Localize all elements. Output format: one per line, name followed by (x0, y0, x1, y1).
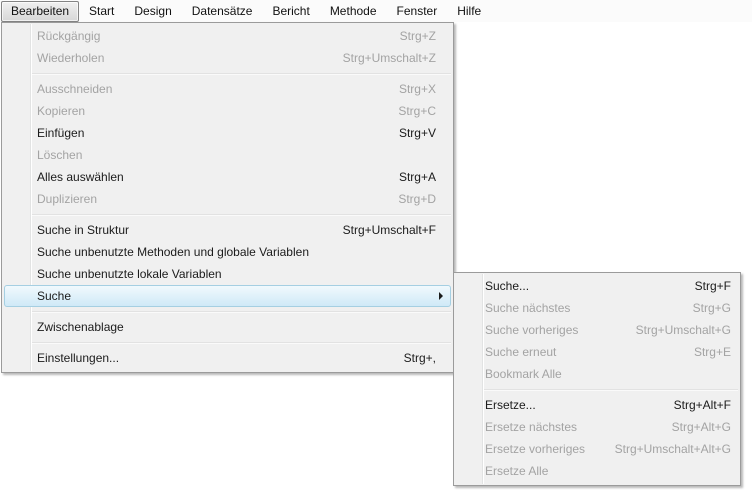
menu-item-label: Suche erneut (454, 341, 556, 363)
menu-item-zwischenablage[interactable]: Zwischenablage (2, 316, 453, 338)
menu-item-suche-in-struktur[interactable]: Suche in Struktur Strg+Umschalt+F (2, 219, 453, 241)
menu-item-label: Bookmark Alle (454, 363, 562, 385)
menubar-item-fenster[interactable]: Fenster (387, 1, 448, 22)
menu-item-ersetze-alle[interactable]: Ersetze Alle (454, 460, 740, 482)
menu-item-einstellungen[interactable]: Einstellungen... Strg+, (2, 347, 453, 369)
menu-item-label: Duplizieren (2, 188, 97, 210)
menu-item-shortcut: Strg+Z (400, 25, 453, 47)
menu-item-label: Ausschneiden (2, 78, 112, 100)
menu-item-shortcut: Strg+Umschalt+Alt+G (615, 438, 740, 460)
menu-item-shortcut: Strg+A (399, 166, 453, 188)
menubar-item-hilfe[interactable]: Hilfe (447, 1, 491, 22)
menu-item-shortcut: Strg+G (693, 297, 740, 319)
menubar-item-start[interactable]: Start (79, 1, 124, 22)
menu-item-label: Zwischenablage (2, 316, 124, 338)
menu-item-label: Suche... (454, 275, 529, 297)
menu-item-suche-unbenutzte-methoden-und-globale-variablen[interactable]: Suche unbenutzte Methoden und globale Va… (2, 241, 453, 263)
menu-item-label: Suche nächstes (454, 297, 570, 319)
menu-item-label: Suche (5, 285, 71, 307)
menu-item-suche[interactable]: Suche... Strg+F (454, 275, 740, 297)
menu-item-label: Ersetze vorheriges (454, 438, 585, 460)
menu-item-wiederholen[interactable]: Wiederholen Strg+Umschalt+Z (2, 47, 453, 69)
menu-item-label: Wiederholen (2, 47, 104, 69)
menu-item-ausschneiden[interactable]: Ausschneiden Strg+X (2, 78, 453, 100)
menu-item-label: Suche unbenutzte Methoden und globale Va… (2, 241, 309, 263)
search-submenu-popup: Suche...Strg+FSuche nächstesStrg+GSuche … (453, 272, 741, 486)
menu-item-ersetze-vorheriges[interactable]: Ersetze vorheriges Strg+Umschalt+Alt+G (454, 438, 740, 460)
menu-item-shortcut: Strg+C (398, 100, 453, 122)
menu-item-duplizieren[interactable]: Duplizieren Strg+D (2, 188, 453, 210)
menu-item-suche[interactable]: Suche (4, 285, 451, 307)
menu-item-ersetze-naechstes[interactable]: Ersetze nächstes Strg+Alt+G (454, 416, 740, 438)
menubar-item-methode[interactable]: Methode (320, 1, 387, 22)
menu-item-shortcut: Strg+V (399, 122, 453, 144)
menu-item-shortcut: Strg+D (398, 188, 453, 210)
menu-item-shortcut: Strg+E (694, 341, 740, 363)
menu-item-loeschen[interactable]: Löschen (2, 144, 453, 166)
menu-item-suche-unbenutzte-lokale-variablen[interactable]: Suche unbenutzte lokale Variablen (2, 263, 453, 285)
menu-item-ersetze[interactable]: Ersetze... Strg+Alt+F (454, 394, 740, 416)
menu-item-label: Rückgängig (2, 25, 100, 47)
menu-separator (484, 389, 738, 390)
menu-item-shortcut: Strg+Umschalt+G (636, 319, 740, 341)
edit-menu-popup: Rückgängig Strg+Z Wiederholen Strg+Umschalt… (1, 22, 454, 373)
menubar: BearbeitenStartDesignDatensätzeBerichtMe… (0, 0, 752, 22)
menu-item-label: Suche vorheriges (454, 319, 578, 341)
menu-item-label: Ersetze nächstes (454, 416, 577, 438)
menu-item-shortcut: Strg+X (399, 78, 453, 100)
menu-item-suche-naechstes[interactable]: Suche nächstes Strg+G (454, 297, 740, 319)
menubar-item-datensaetze[interactable]: Datensätze (182, 1, 263, 22)
menu-item-shortcut: Strg+Umschalt+Z (343, 47, 453, 69)
menu-item-label: Einfügen (2, 122, 84, 144)
menu-separator (32, 73, 451, 74)
menu-separator (32, 311, 451, 312)
menu-item-label: Alles auswählen (2, 166, 124, 188)
menu-item-label: Einstellungen... (2, 347, 119, 369)
menu-item-alles-auswaehlen[interactable]: Alles auswählen Strg+A (2, 166, 453, 188)
menu-item-kopieren[interactable]: Kopieren Strg+C (2, 100, 453, 122)
menu-item-shortcut: Strg+Umschalt+F (343, 219, 453, 241)
menubar-item-bearbeiten[interactable]: Bearbeiten (1, 1, 79, 22)
menu-item-shortcut: Strg+F (695, 275, 740, 297)
menu-item-shortcut: Strg+, (404, 347, 453, 369)
menu-separator (32, 214, 451, 215)
menu-item-suche-vorheriges[interactable]: Suche vorheriges Strg+Umschalt+G (454, 319, 740, 341)
menu-item-rueckgaengig[interactable]: Rückgängig Strg+Z (2, 25, 453, 47)
menubar-item-bericht[interactable]: Bericht (262, 1, 319, 22)
menu-item-shortcut: Strg+Alt+F (674, 394, 740, 416)
menubar-item-design[interactable]: Design (124, 1, 181, 22)
menu-item-bookmark-alle[interactable]: Bookmark Alle (454, 363, 740, 385)
submenu-arrow-icon (439, 292, 443, 300)
menu-item-label: Suche unbenutzte lokale Variablen (2, 263, 222, 285)
menu-item-label: Kopieren (2, 100, 85, 122)
menu-item-suche-erneut[interactable]: Suche erneut Strg+E (454, 341, 740, 363)
menu-item-einfuegen[interactable]: Einfügen Strg+V (2, 122, 453, 144)
menu-item-label: Löschen (2, 144, 82, 166)
menu-item-shortcut: Strg+Alt+G (672, 416, 740, 438)
menu-item-label: Ersetze Alle (454, 460, 548, 482)
menu-separator (32, 342, 451, 343)
menu-item-label: Ersetze... (454, 394, 536, 416)
menu-item-label: Suche in Struktur (2, 219, 129, 241)
